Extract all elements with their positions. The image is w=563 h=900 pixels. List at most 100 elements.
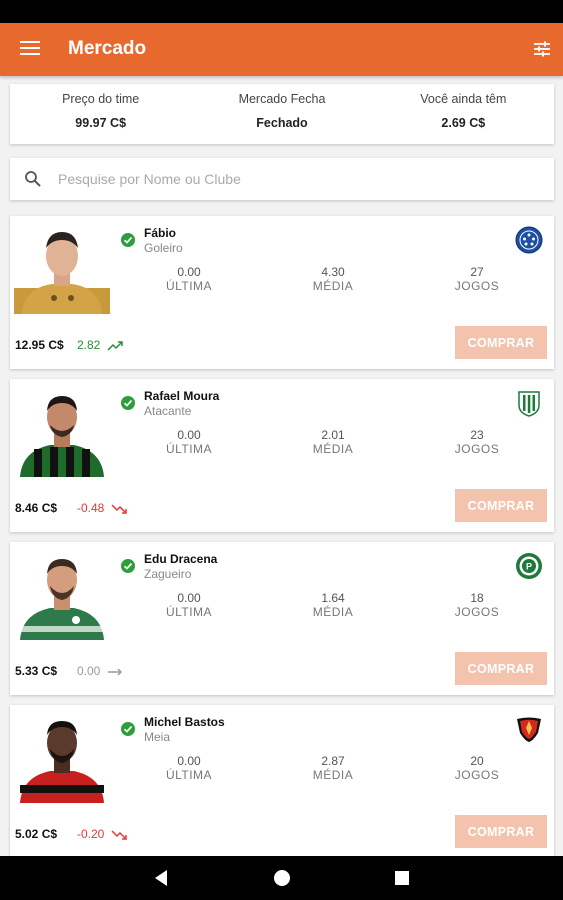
stat-value: 1.64 xyxy=(321,591,345,605)
player-name: Fábio xyxy=(144,226,176,240)
player-price: 5.02 C$ xyxy=(15,827,58,841)
status-check-icon xyxy=(121,396,135,410)
search-icon xyxy=(25,171,41,187)
stat-value: 23 xyxy=(470,428,484,442)
stat-average: 1.64 MÉDIA xyxy=(283,591,383,619)
stat-value: 0.00 xyxy=(177,265,201,279)
summary-value: 2.69 C$ xyxy=(441,116,486,130)
stat-value: 0.00 xyxy=(177,591,201,605)
palmeiras-badge-icon: P xyxy=(516,553,542,579)
stat-label: ÚLTIMA xyxy=(165,279,213,293)
menu-icon[interactable] xyxy=(20,41,40,57)
variation-value: -0.48 xyxy=(77,501,105,515)
stat-games: 18 JOGOS xyxy=(427,591,527,619)
player-photo xyxy=(14,232,110,314)
player-card: Rafael Moura Atacante 0.00 ÚLTIMA 2.01 M… xyxy=(10,379,554,532)
stat-average: 2.01 MÉDIA xyxy=(283,428,383,456)
remaining-balance: Você ainda têm 2.69 C$ xyxy=(373,84,554,144)
player-price: 5.33 C$ xyxy=(15,664,58,678)
price-variation: -0.20 xyxy=(77,827,127,841)
stat-value: 0.00 xyxy=(177,754,201,768)
page-title: Mercado xyxy=(68,38,147,59)
player-card: Fábio Goleiro 0.00 ÚLTIMA 4.30 MÉDIA 27 … xyxy=(10,216,554,369)
stat-games: 27 JOGOS xyxy=(427,265,527,293)
stat-last: 0.00 ÚLTIMA xyxy=(139,428,239,456)
back-icon[interactable] xyxy=(155,870,167,886)
summary-value: 99.97 C$ xyxy=(75,116,127,130)
stat-value: 27 xyxy=(470,265,484,279)
variation-value: 0.00 xyxy=(77,664,101,678)
buy-button[interactable]: COMPRAR xyxy=(455,326,547,359)
price-variation: -0.48 xyxy=(77,501,127,515)
status-check-icon xyxy=(121,559,135,573)
buy-button[interactable]: COMPRAR xyxy=(455,489,547,522)
search-bar xyxy=(10,158,554,200)
buy-button[interactable]: COMPRAR xyxy=(455,815,547,848)
stat-label: JOGOS xyxy=(454,442,500,456)
stat-label: ÚLTIMA xyxy=(165,605,213,619)
sport-badge-icon xyxy=(517,717,541,742)
trend-down-icon xyxy=(111,830,127,840)
stat-label: JOGOS xyxy=(454,768,500,782)
player-photo xyxy=(20,559,104,640)
trend-up-icon xyxy=(107,341,123,351)
summary-label: Mercado Fecha xyxy=(238,92,326,106)
stat-games: 23 JOGOS xyxy=(427,428,527,456)
team-summary: Preço do time 99.97 C$ Mercado Fecha Fec… xyxy=(10,84,554,144)
player-card: Michel Bastos Meia 0.00 ÚLTIMA 2.87 MÉDI… xyxy=(10,705,554,858)
stat-value: 4.30 xyxy=(321,265,345,279)
status-check-icon xyxy=(121,233,135,247)
america-mg-badge-icon xyxy=(518,391,540,417)
stat-label: ÚLTIMA xyxy=(165,768,213,782)
variation-value: 2.82 xyxy=(77,338,101,352)
stat-label: MÉDIA xyxy=(312,768,354,782)
player-position: Atacante xyxy=(144,404,192,418)
price-variation: 0.00 xyxy=(77,664,123,678)
market-close: Mercado Fecha Fechado xyxy=(191,84,372,144)
trend-flat-icon xyxy=(107,668,122,676)
team-price: Preço do time 99.97 C$ xyxy=(10,84,191,144)
stat-label: MÉDIA xyxy=(312,442,354,456)
player-name: Rafael Moura xyxy=(144,389,220,403)
status-check-icon xyxy=(121,722,135,736)
player-position: Goleiro xyxy=(144,241,183,255)
stat-label: MÉDIA xyxy=(312,279,354,293)
stat-label: MÉDIA xyxy=(312,605,354,619)
cruzeiro-badge-icon xyxy=(515,226,543,254)
price-variation: 2.82 xyxy=(77,338,123,352)
stat-games: 20 JOGOS xyxy=(427,754,527,782)
player-name: Edu Dracena xyxy=(144,552,218,566)
stat-label: JOGOS xyxy=(454,279,500,293)
app-bar: Mercado xyxy=(0,23,563,76)
summary-label: Preço do time xyxy=(62,92,140,106)
player-position: Zagueiro xyxy=(144,567,192,581)
stat-last: 0.00 ÚLTIMA xyxy=(139,754,239,782)
stat-average: 4.30 MÉDIA xyxy=(283,265,383,293)
player-photo xyxy=(20,721,104,803)
player-price: 8.46 C$ xyxy=(15,501,58,515)
player-price: 12.95 C$ xyxy=(15,338,64,352)
status-bar xyxy=(0,0,563,23)
stat-label: ÚLTIMA xyxy=(165,442,213,456)
stat-label: JOGOS xyxy=(454,605,500,619)
stat-value: 0.00 xyxy=(177,428,201,442)
recent-apps-icon[interactable] xyxy=(395,871,409,885)
stat-last: 0.00 ÚLTIMA xyxy=(139,591,239,619)
stat-value: 18 xyxy=(470,591,484,605)
svg-text:P: P xyxy=(526,562,532,572)
player-photo xyxy=(20,396,104,477)
home-icon[interactable] xyxy=(274,870,290,886)
summary-value: Fechado xyxy=(256,116,308,130)
summary-label: Você ainda têm xyxy=(420,92,507,106)
buy-button[interactable]: COMPRAR xyxy=(455,652,547,685)
player-position: Meia xyxy=(144,730,171,744)
stat-average: 2.87 MÉDIA xyxy=(283,754,383,782)
system-nav-bar xyxy=(0,856,563,900)
variation-value: -0.20 xyxy=(77,827,105,841)
filter-icon[interactable] xyxy=(533,40,551,58)
player-name: Michel Bastos xyxy=(144,715,225,729)
stat-value: 2.01 xyxy=(321,428,345,442)
search-input[interactable] xyxy=(58,171,498,187)
stat-value: 20 xyxy=(470,754,484,768)
trend-down-icon xyxy=(111,504,127,514)
